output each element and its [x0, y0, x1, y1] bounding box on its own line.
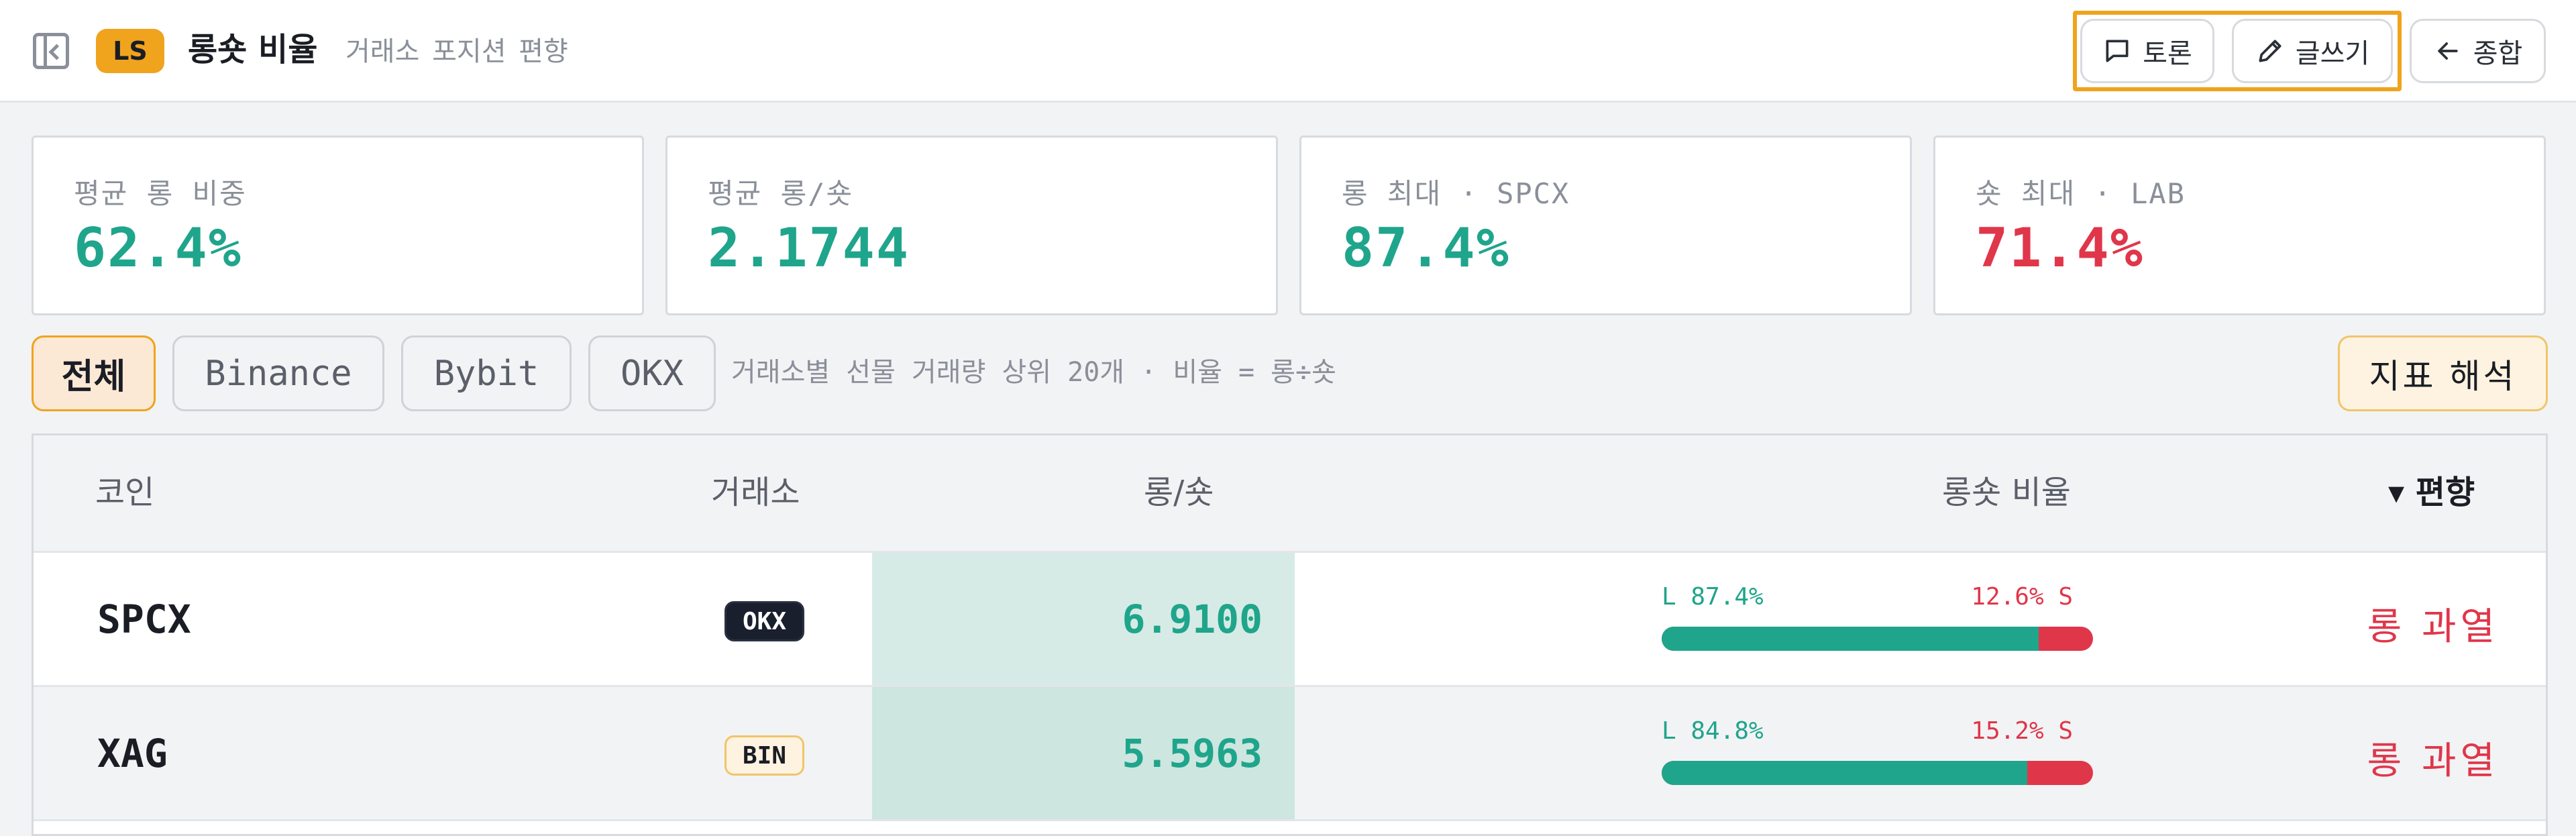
stat-value: 71.4%	[1976, 217, 2144, 279]
stat-label: 숏 최대 · LAB	[1976, 177, 2186, 210]
exchange-badge: OKX	[724, 601, 805, 641]
tab-all[interactable]: 전체	[32, 335, 156, 411]
long-fill	[1662, 627, 2039, 651]
stat-value: 87.4%	[1342, 217, 1510, 279]
long-fill	[1662, 761, 2028, 785]
stat-label: 평균 롱/숏	[708, 177, 854, 210]
long-label: L 84.8%	[1662, 717, 1764, 745]
table-row[interactable]: SPCX OKX 6.9100 L 87.4% 12.6% S 롱 과열	[34, 553, 2546, 687]
top-header: LS 롱숏 비율 거래소 포지션 편향 토론 글쓰기 종합	[0, 0, 2576, 103]
coin-name: SPCX	[97, 596, 191, 642]
col-exchange[interactable]: 거래소	[711, 472, 800, 513]
col-coin[interactable]: 코인	[95, 472, 154, 513]
page-title: 롱숏 비율	[188, 31, 318, 68]
interpret-button[interactable]: 지표 해석	[2338, 335, 2548, 411]
stat-card-long-max: 롱 최대 · SPCX 87.4%	[1299, 136, 1912, 315]
table-header: 코인 거래소 롱/숏 롱숏 비율 ▾ 편향	[34, 435, 2546, 553]
col-ls-ratio[interactable]: 롱숏 비율	[1942, 472, 2071, 513]
stat-card-avg-ratio: 평균 롱/숏 2.1744	[665, 136, 1278, 315]
ls-table: 코인 거래소 롱/숏 롱숏 비율 ▾ 편향 SPCX OKX 6.9100 L …	[32, 433, 2548, 836]
sidebar-toggle-icon[interactable]	[33, 33, 69, 69]
overview-label: 종합	[2473, 38, 2523, 69]
long-label: L 87.4%	[1662, 583, 1764, 611]
stat-label: 평균 롱 비중	[74, 177, 247, 210]
stat-card-avg-long: 평균 롱 비중 62.4%	[32, 136, 644, 315]
page-subtitle: 거래소 포지션 편향	[345, 36, 568, 67]
tab-binance[interactable]: Binance	[172, 335, 384, 411]
bias-label: 롱 과열	[2367, 605, 2499, 649]
short-label: 15.2% S	[1971, 717, 2073, 745]
selection-highlight	[2073, 11, 2402, 91]
stat-card-short-max: 숏 최대 · LAB 71.4%	[1933, 136, 2546, 315]
col-bias[interactable]: ▾ 편향	[2388, 472, 2475, 513]
stat-label: 롱 최대 · SPCX	[1342, 177, 1570, 210]
tab-bybit[interactable]: Bybit	[401, 335, 572, 411]
col-ratio[interactable]: 롱/숏	[1144, 472, 1214, 513]
tab-okx[interactable]: OKX	[588, 335, 716, 411]
app-badge: LS	[96, 29, 164, 73]
arrow-left-icon	[2438, 42, 2458, 60]
table-row[interactable]: XAG BIN 5.5963 L 84.8% 15.2% S 롱 과열	[34, 687, 2546, 821]
stat-value: 2.1744	[708, 217, 910, 279]
ls-bar	[1662, 761, 2093, 785]
ratio-value: 5.5963	[1122, 731, 1263, 776]
exchange-badge: BIN	[724, 735, 805, 776]
stat-value: 62.4%	[74, 217, 242, 279]
short-label: 12.6% S	[1971, 583, 2073, 611]
ls-bar	[1662, 627, 2093, 651]
tab-note: 거래소별 선물 거래량 상위 20개 · 비율 = 롱÷숏	[731, 357, 1336, 388]
coin-name: XAG	[97, 731, 168, 776]
ratio-value: 6.9100	[1122, 596, 1263, 642]
bias-label: 롱 과열	[2367, 739, 2499, 783]
overview-button[interactable]: 종합	[2410, 19, 2546, 83]
